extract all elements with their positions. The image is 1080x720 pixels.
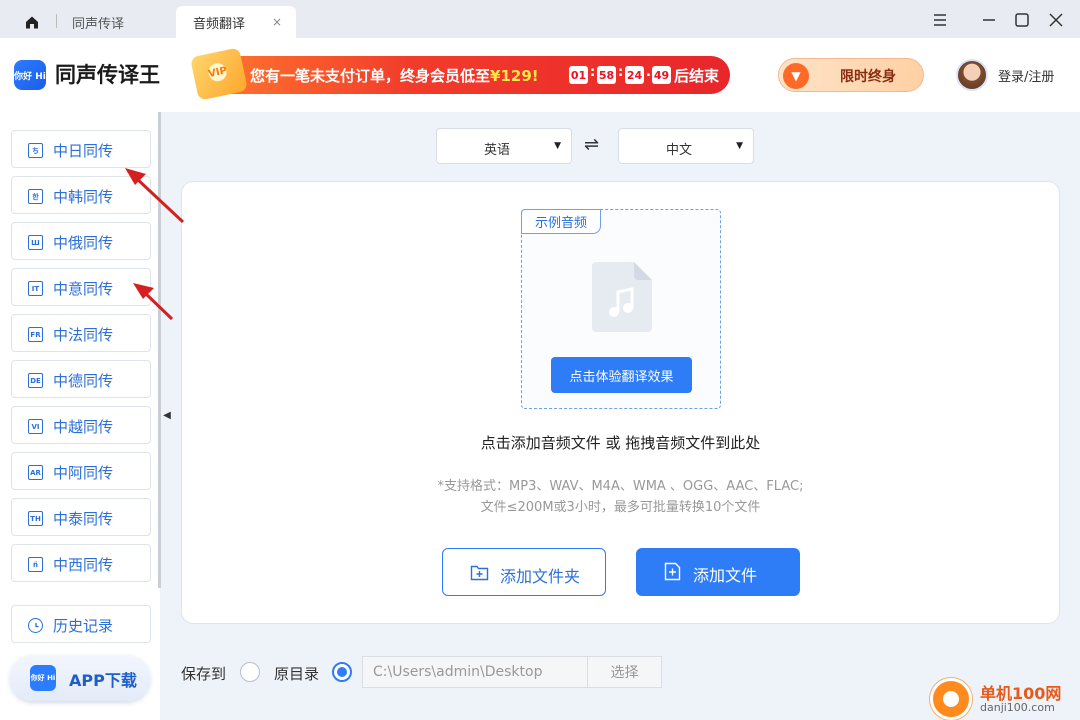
app-logo: 你好 Hi xyxy=(14,60,46,90)
promo-price: ¥129! xyxy=(490,67,539,85)
tab-divider xyxy=(56,14,57,28)
sidebar-item-zh-ru[interactable]: Ш 中俄同传 xyxy=(11,222,151,260)
minimize-icon xyxy=(983,19,995,21)
save-to-label: 保存到 xyxy=(181,665,227,683)
crown-shield-icon: ▼ xyxy=(783,63,809,89)
maximize-icon xyxy=(1015,13,1029,27)
sidebar-item-label: 中法同传 xyxy=(53,326,114,344)
clock-icon xyxy=(28,618,43,633)
add-file-icon xyxy=(664,562,681,581)
korean-icon: 한 xyxy=(28,189,43,204)
app-download-label: APP下载 xyxy=(69,671,137,690)
close-button[interactable] xyxy=(1044,8,1068,32)
sidebar-item-label: 中俄同传 xyxy=(53,234,114,252)
sidebar-item-label: 中西同传 xyxy=(53,556,114,574)
countdown-centis: 49 xyxy=(652,66,671,84)
russian-icon: Ш xyxy=(28,235,43,250)
add-folder-button[interactable]: 添加文件夹 xyxy=(442,548,606,596)
sidebar-item-label: 历史记录 xyxy=(53,617,114,635)
countdown-sep: : xyxy=(618,65,624,80)
promo-banner[interactable]: VIP 您有一笔未支付订单，终身会员低至¥129! 01 : 58 : 24 .… xyxy=(189,47,730,101)
french-icon: FR xyxy=(28,327,43,342)
promo-end-text: 后结束 xyxy=(674,67,720,85)
demo-audio-tag: 示例音频 xyxy=(521,209,601,234)
app-download-button[interactable]: 你好 Hi APP下载 xyxy=(10,655,150,701)
add-file-label: 添加文件 xyxy=(693,566,758,585)
vip-gift-icon: VIP xyxy=(189,47,249,101)
try-demo-button[interactable]: 点击体验翻译效果 xyxy=(551,357,692,393)
sidebar-item-zh-ko[interactable]: 한 中韩同传 xyxy=(11,176,151,214)
tab-simultaneous[interactable]: 同声传译 xyxy=(72,6,124,38)
sidebar-scrollbar[interactable] xyxy=(158,112,161,588)
dropdown-arrow-icon: ▼ xyxy=(736,141,743,151)
tab-label: 音频翻译 xyxy=(193,16,246,32)
japanese-icon: ち xyxy=(28,143,43,158)
add-folder-label: 添加文件夹 xyxy=(500,567,581,586)
italian-icon: IT xyxy=(28,281,43,296)
vip-badge: VIP xyxy=(206,61,229,83)
file-limits: 文件≤200M或3小时，最多可批量转换10个文件 xyxy=(480,500,761,515)
tab-audio-translate[interactable]: 音频翻译 × xyxy=(176,6,296,38)
app-name: 同声传译王 xyxy=(55,63,160,87)
countdown-seconds: 24 xyxy=(625,66,644,84)
promo-message: 您有一笔未支付订单，终身会员低至 xyxy=(250,67,491,85)
tab-bar: 同声传译 音频翻译 × xyxy=(0,0,1080,38)
countdown-sep: . xyxy=(646,65,651,80)
promo-text: 您有一笔未支付订单，终身会员低至¥129! xyxy=(250,65,539,86)
sidebar-item-label: 中德同传 xyxy=(53,372,114,390)
sidebar-item-zh-fr[interactable]: FR 中法同传 xyxy=(11,314,151,352)
menu-icon xyxy=(934,14,946,26)
choose-path-button[interactable]: 选择 xyxy=(587,656,662,688)
source-language-value: 英语 xyxy=(483,143,510,158)
minimize-button[interactable] xyxy=(977,8,1001,32)
drop-hint: 点击添加音频文件 或 拖拽音频文件到此处 xyxy=(480,434,761,452)
sidebar-item-label: 中意同传 xyxy=(53,280,114,298)
sidebar-item-zh-es[interactable]: ñ 中西同传 xyxy=(11,544,151,582)
maximize-button[interactable] xyxy=(1010,8,1034,32)
custom-dir-radio[interactable] xyxy=(240,662,260,682)
dropdown-arrow-icon: ▼ xyxy=(554,141,561,151)
add-folder-icon xyxy=(470,565,489,581)
home-tab[interactable] xyxy=(12,6,52,38)
sidebar-item-history[interactable]: 历史记录 xyxy=(11,605,151,643)
countdown-sep: : xyxy=(590,65,596,80)
original-dir-radio[interactable] xyxy=(332,662,352,682)
spanish-icon: ñ xyxy=(28,557,43,572)
supported-formats: *支持格式：MP3、WAV、M4A、WMA 、OGG、AAC、FLAC; xyxy=(437,479,804,494)
sidebar-item-zh-it[interactable]: IT 中意同传 xyxy=(11,268,151,306)
countdown-hours: 01 xyxy=(569,66,588,84)
demo-audio-box[interactable]: 示例音频 点击体验翻译效果 xyxy=(521,209,721,409)
app-logo-icon: 你好 Hi xyxy=(30,665,56,691)
audio-file-icon xyxy=(592,262,652,332)
sidebar-item-label: 中日同传 xyxy=(53,142,114,160)
close-icon xyxy=(1049,13,1063,27)
target-language-select[interactable]: 中文 ▼ xyxy=(618,128,754,164)
home-icon xyxy=(26,16,38,29)
vip-button-label: 限时终身 xyxy=(840,69,896,85)
watermark-logo-icon xyxy=(930,678,972,720)
original-dir-label: 原目录 xyxy=(274,665,320,683)
sidebar-item-label: 中韩同传 xyxy=(53,188,114,206)
lifetime-vip-button[interactable]: ▼ 限时终身 xyxy=(778,58,924,92)
login-register-link[interactable]: 登录/注册 xyxy=(998,66,1054,85)
collapse-sidebar-icon[interactable]: ◀ xyxy=(160,400,174,430)
tab-close-icon[interactable]: × xyxy=(272,15,282,29)
site-watermark: 单机100网 danji100.com xyxy=(930,678,1080,720)
sidebar-item-zh-de[interactable]: DE 中德同传 xyxy=(11,360,151,398)
output-path-field[interactable]: C:\Users\admin\Desktop xyxy=(362,656,588,688)
source-language-select[interactable]: 英语 ▼ xyxy=(436,128,572,164)
swap-languages-icon[interactable]: ⇌ xyxy=(584,134,599,155)
sidebar-item-zh-ja[interactable]: ち中日同传 xyxy=(11,130,151,168)
add-file-button[interactable]: 添加文件 xyxy=(636,548,800,596)
countdown-minutes: 58 xyxy=(597,66,616,84)
menu-button[interactable] xyxy=(928,8,952,32)
avatar[interactable] xyxy=(956,59,988,91)
tab-label: 同声传译 xyxy=(72,16,125,32)
target-language-value: 中文 xyxy=(665,143,692,158)
watermark-url: danji100.com xyxy=(980,701,1055,714)
german-icon: DE xyxy=(28,373,43,388)
